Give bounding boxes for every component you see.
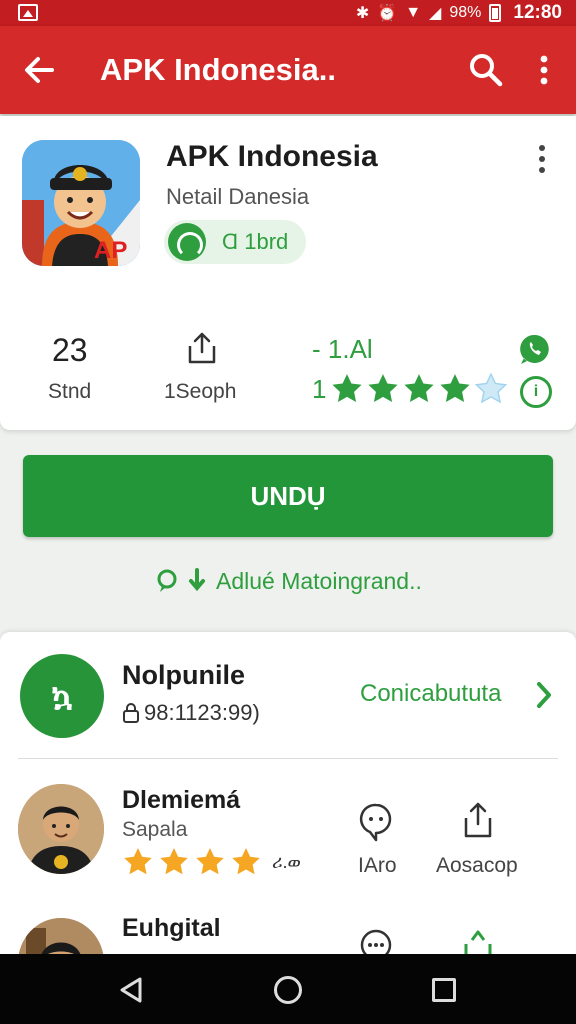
rating-lead: 1 [312,373,327,404]
share-label: 1Seoph [164,380,237,403]
star-icon [232,848,260,875]
details-card: ኳ Nolpunile 98:1123:99) Conicabututa Dle… [0,632,576,962]
nav-back-icon[interactable] [118,976,144,1004]
clock: 12:80 [513,2,562,23]
info-icon[interactable]: i [520,376,552,408]
download-icon [189,568,205,592]
app-icon-text: AP [94,237,127,264]
security-link[interactable]: Conicabututa [360,680,501,708]
security-title: Nolpunile [122,660,245,690]
bluetooth-icon: ✱ [355,5,370,22]
star-half-icon [475,372,508,404]
badge-icon [168,223,206,261]
added-note[interactable]: Adlué Matoingrand.. [156,566,422,596]
chevron-right-icon[interactable] [534,680,554,710]
app-bar-title: APK Indonesia.. [100,52,336,87]
share-icon[interactable] [460,800,496,840]
nav-home-icon[interactable] [274,976,302,1004]
star-icon [440,374,471,403]
security-subtitle: 98:1123:99) [122,700,260,726]
star-icon [404,374,435,403]
share-label: Aosacop [436,854,518,877]
gallery-icon [18,4,38,21]
security-code: 98:1123:99) [144,700,260,725]
chat-bubble-icon [157,569,177,592]
alarm-icon: ⏰ [377,5,398,22]
app-icon-artwork: AP [22,140,140,266]
star-icon [332,374,363,403]
review-extra: ሪ.ወ [272,851,301,872]
lock-icon [123,703,139,723]
signal-icon: ◢ [429,5,442,22]
developer-name[interactable]: Netail Danesia [166,184,309,210]
app-bar: APK Indonesia.. [0,26,576,114]
status-bar: ✱ ⏰ ▼ ◢ 98% 12:80 [0,0,576,26]
security-logo: ኳ [20,654,104,738]
comment-icon[interactable] [358,802,394,842]
star-icon [196,848,224,875]
comment-label: IAro [358,854,397,877]
downloads-count: 23 [52,332,88,368]
star-icon [160,848,188,875]
install-button[interactable]: UNDỤ [23,455,553,537]
star-icon [368,374,399,403]
whatsapp-icon[interactable] [518,332,552,366]
reviewer-photo [18,784,104,874]
added-note-label: Adlué Matoingrand.. [216,567,422,594]
divider [18,758,558,759]
back-arrow-icon[interactable] [18,48,62,92]
reviewer-name: Euhgital [122,914,221,942]
battery-icon [489,4,502,22]
downloads-label: Stnd [48,380,92,403]
rating-value: - 1.Al [312,334,373,364]
rating-stars: 1 [312,372,510,406]
category-badge[interactable]: Ɑ 1brd [164,220,306,264]
app-icon[interactable]: AP [22,140,140,266]
badge-label: Ɑ 1brd [222,229,289,254]
avatar[interactable] [18,784,104,874]
star-icon [124,848,152,875]
app-more-options-icon[interactable] [532,142,552,176]
nav-recents-icon[interactable] [432,978,456,1002]
share-icon[interactable] [184,330,220,366]
reviewer-subtitle: Sapala [122,818,188,841]
app-name: APK Indonesia [166,140,378,173]
search-icon[interactable] [466,50,506,90]
reviewer-name: Dlemiemá [122,786,241,814]
review-stars: ሪ.ወ [122,846,301,878]
overflow-menu-icon[interactable] [530,50,558,90]
status-icons: ✱ ⏰ ▼ ◢ 98% 12:80 [355,2,562,23]
battery-percent: 98% [449,4,482,21]
wifi-icon: ▼ [405,4,422,21]
navigation-bar [0,954,576,1024]
